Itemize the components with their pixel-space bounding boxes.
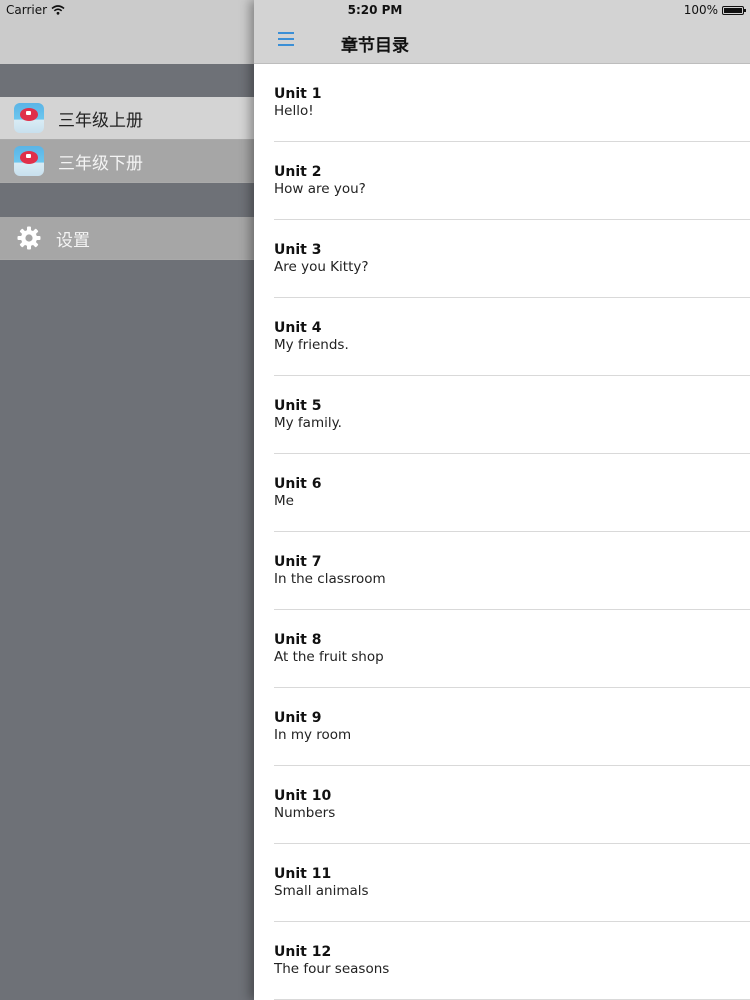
unit-list-item[interactable]: Unit 6 Me: [254, 454, 750, 532]
menu-item-settings[interactable]: 设置: [0, 217, 254, 260]
unit-list-item[interactable]: Unit 5 My family.: [254, 376, 750, 454]
battery-fill: [724, 7, 742, 13]
menu-item-book-1[interactable]: 三年级上册: [0, 97, 254, 140]
menu-item-label: 三年级下册: [58, 153, 143, 174]
battery-icon: [722, 5, 746, 15]
unit-title: Unit 9: [274, 710, 322, 726]
unit-subtitle: Small animals: [274, 883, 369, 899]
unit-list-item[interactable]: Unit 8 At the fruit shop: [254, 610, 750, 688]
page-title: 章节目录: [341, 36, 409, 56]
unit-title: Unit 12: [274, 944, 332, 960]
main-panel: 章节目录 Unit 1 Hello! Unit 2 How are you? Unit …: [254, 0, 750, 1000]
unit-subtitle: At the fruit shop: [274, 649, 384, 665]
unit-title: Unit 4: [274, 320, 322, 336]
menu-item-label: 三年级上册: [58, 110, 143, 131]
unit-title: Unit 8: [274, 632, 322, 648]
unit-list-item[interactable]: Unit 3 Are you Kitty?: [254, 220, 750, 298]
unit-subtitle: How are you?: [274, 181, 366, 197]
unit-subtitle: In the classroom: [274, 571, 386, 587]
book-cover-icon: [14, 103, 44, 133]
unit-list-item[interactable]: Unit 12 The four seasons: [254, 922, 750, 1000]
settings-label: 设置: [56, 230, 90, 251]
gear-icon: [17, 226, 41, 250]
unit-list: Unit 1 Hello! Unit 2 How are you? Unit 3 Are …: [254, 64, 750, 1000]
status-time: 5:20 PM: [347, 3, 403, 17]
status-bar: Carrier 5:20 PM 100%: [0, 0, 750, 22]
unit-list-item[interactable]: Unit 4 My friends.: [254, 298, 750, 376]
unit-list-item[interactable]: Unit 11 Small animals: [254, 844, 750, 922]
book-list: 三年级上册 三年级下册: [0, 97, 254, 183]
unit-title: Unit 5: [274, 398, 322, 414]
settings-group: 设置: [0, 217, 254, 260]
app-screen: Carrier 5:20 PM 100% 三年级上册 三年级下册 设置 章节目录…: [0, 0, 750, 1000]
unit-title: Unit 7: [274, 554, 322, 570]
unit-subtitle: My friends.: [274, 337, 349, 353]
unit-title: Unit 3: [274, 242, 322, 258]
battery-indicator: 100%: [683, 3, 746, 17]
unit-title: Unit 11: [274, 866, 332, 882]
unit-list-item[interactable]: Unit 1 Hello!: [254, 64, 750, 142]
unit-subtitle: Numbers: [274, 805, 336, 821]
unit-list-item[interactable]: Unit 10 Numbers: [254, 766, 750, 844]
unit-subtitle: My family.: [274, 415, 342, 431]
unit-subtitle: Hello!: [274, 103, 314, 119]
side-menu: 三年级上册 三年级下册 设置: [0, 0, 254, 1000]
unit-title: Unit 10: [274, 788, 332, 804]
unit-list-item[interactable]: Unit 9 In my room: [254, 688, 750, 766]
unit-list-item[interactable]: Unit 7 In the classroom: [254, 532, 750, 610]
unit-subtitle: In my room: [274, 727, 352, 743]
book-cover-icon: [14, 146, 44, 176]
unit-list-item[interactable]: Unit 2 How are you?: [254, 142, 750, 220]
unit-subtitle: The four seasons: [274, 961, 390, 977]
unit-title: Unit 1: [274, 86, 322, 102]
unit-title: Unit 2: [274, 164, 322, 180]
battery-percent: 100%: [683, 3, 718, 17]
unit-subtitle: Are you Kitty?: [274, 259, 369, 275]
unit-title: Unit 6: [274, 476, 322, 492]
unit-subtitle: Me: [274, 493, 294, 509]
menu-item-book-2[interactable]: 三年级下册: [0, 140, 254, 183]
